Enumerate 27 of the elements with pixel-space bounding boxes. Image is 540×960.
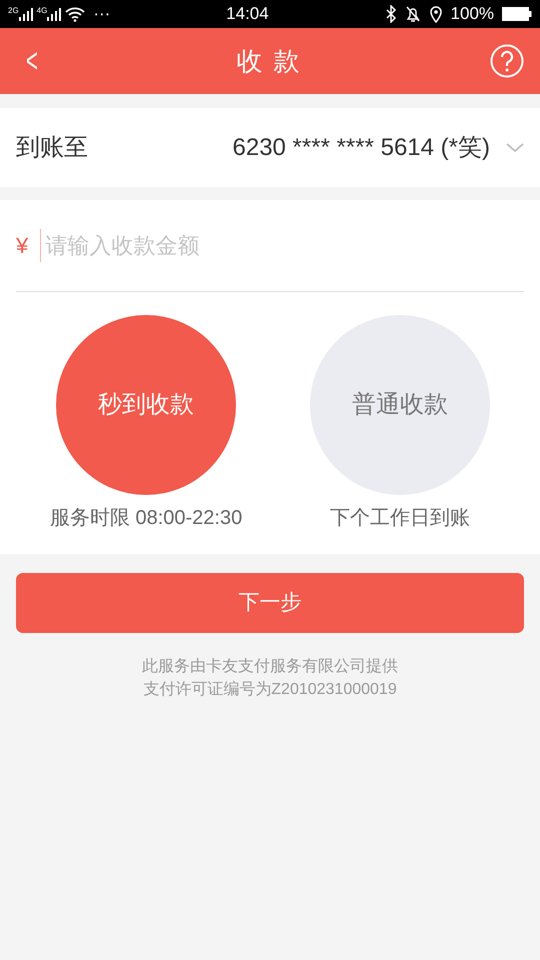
signal-icon [18, 7, 33, 21]
page-title: 收 款 [236, 44, 302, 78]
option-caption: 服务时限 08:00-22:30 [50, 506, 242, 531]
footer-text: 此服务由卡友支付服务有限公司提供 [142, 658, 398, 675]
bluetooth-icon [384, 5, 397, 23]
amount-field[interactable]: 请输入收款金额 [40, 229, 524, 262]
chevron-down-icon [506, 142, 524, 152]
footer-text: 支付许可证编号为Z2010231000019 [143, 681, 397, 698]
help-button[interactable] [490, 44, 524, 78]
account-selector[interactable]: 6230 **** **** 5614 (*笑) [232, 130, 524, 166]
signal-icon [47, 7, 62, 21]
more-indicator: ··· [93, 3, 110, 26]
option-caption: 下个工作日到账 [330, 506, 470, 531]
payment-option[interactable]: 普通收款 [310, 315, 490, 495]
battery-level: 100% [450, 3, 494, 26]
battery-icon [502, 7, 532, 21]
account-label: 到账至 [16, 132, 88, 162]
payment-option[interactable]: 秒到收款 [56, 315, 236, 495]
network-label: 4G [36, 7, 48, 15]
wifi-icon [65, 6, 86, 22]
currency-symbol: ¥ [16, 232, 28, 260]
next-button[interactable]: 下一步 [16, 573, 524, 633]
network-label: 2G [8, 7, 19, 15]
status-time: 14:04 [226, 3, 269, 26]
back-button[interactable]: < [22, 44, 42, 78]
bell-muted-icon [404, 5, 421, 23]
location-icon [428, 5, 443, 23]
